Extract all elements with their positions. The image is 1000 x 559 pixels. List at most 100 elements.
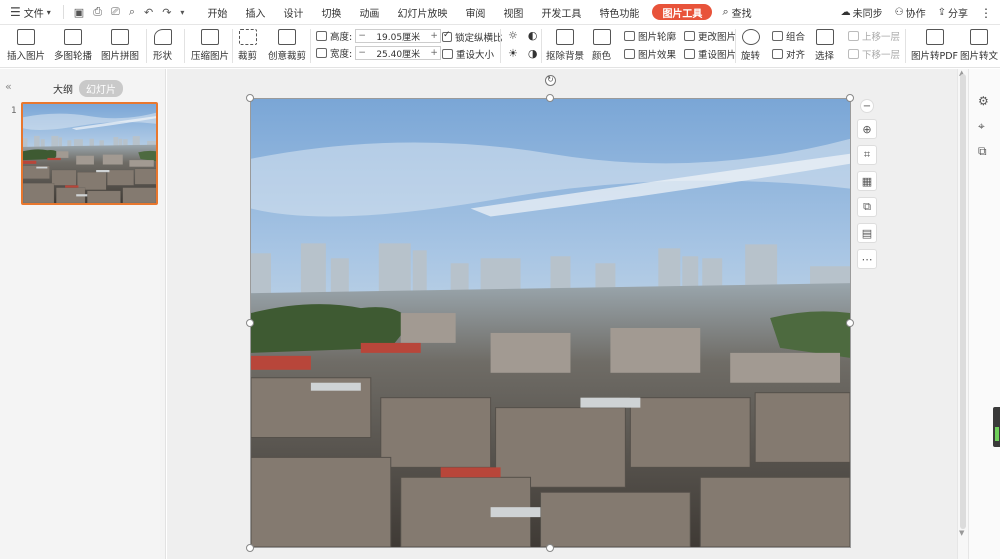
print-icon[interactable]: ⎚ bbox=[111, 5, 120, 19]
multi-outline-button[interactable]: 多图轮播 bbox=[54, 25, 92, 62]
resize-handle-left[interactable] bbox=[246, 319, 254, 327]
tab-review[interactable]: 审阅 bbox=[456, 0, 494, 25]
brightness-down-icon[interactable]: ☀ bbox=[508, 47, 518, 60]
ribbon: 插入图片 多图轮播 图片拼图 形状 压缩图片 裁剪 创意裁剪 高度: − 19.… bbox=[0, 25, 1000, 68]
reset-size-icon bbox=[442, 49, 453, 59]
creative-crop-button[interactable]: 创意裁剪 bbox=[268, 25, 306, 62]
tab-insert[interactable]: 插入 bbox=[236, 0, 274, 25]
picture-to-pdf-button[interactable]: 图片转PDF bbox=[911, 25, 958, 62]
magic-wand-icon bbox=[556, 29, 574, 45]
height-value[interactable]: 19.05厘米 bbox=[368, 30, 428, 43]
copy-format-icon[interactable]: ⧉ bbox=[978, 144, 987, 159]
outline-icon bbox=[624, 31, 635, 41]
tab-picture-tools[interactable]: 图片工具 bbox=[652, 4, 713, 20]
contrast-down-icon[interactable]: ◑ bbox=[528, 47, 538, 60]
bring-forward-button[interactable]: 上移一层 bbox=[848, 29, 900, 43]
tab-slides[interactable]: 幻灯片 bbox=[79, 80, 123, 97]
resize-handle-bottom-left[interactable] bbox=[246, 544, 254, 552]
user-icon: ⚇ bbox=[894, 7, 904, 18]
pin-icon[interactable]: ⌖ bbox=[978, 119, 985, 134]
picture-effect-button[interactable]: 图片效果 bbox=[624, 47, 676, 61]
resize-handle-top-right[interactable] bbox=[846, 94, 854, 102]
picture-edit-tool-button[interactable]: ▤ bbox=[857, 223, 877, 243]
more-menu-icon[interactable]: ⋮ bbox=[980, 6, 992, 20]
adjust-row-top: ☼ ◐ bbox=[508, 29, 537, 42]
vertical-scrollbar[interactable]: ▲ ▼ bbox=[957, 69, 968, 559]
picture-collage-button[interactable]: 图片拼图 bbox=[101, 25, 139, 62]
width-value[interactable]: 25.40厘米 bbox=[368, 47, 428, 60]
tab-developer[interactable]: 开发工具 bbox=[532, 0, 590, 25]
divider bbox=[310, 29, 311, 63]
change-picture-tool-button[interactable]: ⧉ bbox=[857, 197, 877, 217]
shape-button[interactable]: 形状 bbox=[153, 25, 172, 62]
width-stepper[interactable]: − 25.40厘米 + bbox=[355, 46, 442, 60]
contrast-up-icon[interactable]: ◐ bbox=[528, 29, 538, 42]
remove-background-tool-button[interactable]: ▦ bbox=[857, 171, 877, 191]
resize-handle-bottom[interactable] bbox=[546, 544, 554, 552]
properties-icon[interactable]: ⚙ bbox=[978, 94, 989, 108]
selected-picture[interactable] bbox=[250, 98, 851, 548]
tab-outline[interactable]: 大纲 bbox=[53, 81, 73, 96]
increase-height-button[interactable]: + bbox=[428, 31, 440, 41]
picture-to-text-button[interactable]: 图片转文 bbox=[960, 25, 998, 62]
resize-handle-top[interactable] bbox=[546, 94, 554, 102]
change-picture-button[interactable]: 更改图片 bbox=[684, 29, 736, 43]
save-icon[interactable]: ▣ bbox=[74, 6, 84, 19]
tab-animation[interactable]: 动画 bbox=[350, 0, 388, 25]
rotate-handle[interactable]: ↻ bbox=[545, 75, 556, 86]
select-button[interactable]: 选择 bbox=[815, 25, 834, 62]
send-backward-button[interactable]: 下移一层 bbox=[848, 47, 900, 61]
rotate-button[interactable]: 旋转 bbox=[741, 25, 760, 62]
collapse-panel-icon[interactable]: « bbox=[5, 80, 12, 93]
redo-icon[interactable]: ↷ bbox=[162, 6, 171, 19]
collapse-toolbar-button[interactable]: − bbox=[860, 99, 874, 113]
resize-handle-right[interactable] bbox=[846, 319, 854, 327]
file-menu[interactable]: ☰ 文件 ▾ bbox=[0, 0, 59, 25]
lock-ratio-checkbox[interactable]: 锁定纵横比 bbox=[442, 30, 503, 44]
brightness-up-icon[interactable]: ☼ bbox=[508, 29, 518, 42]
picture-outline-button[interactable]: 图片轮廓 bbox=[624, 29, 676, 43]
scrollbar-thumb[interactable] bbox=[960, 74, 966, 529]
picture-edit-icon: ▤ bbox=[861, 226, 873, 240]
reset-size-button[interactable]: 重设大小 bbox=[442, 47, 494, 61]
share-button[interactable]: ⇪ 分享 bbox=[938, 5, 968, 20]
undo-icon[interactable]: ↶ bbox=[144, 6, 153, 19]
decrease-height-button[interactable]: − bbox=[356, 31, 368, 41]
zoom-button[interactable]: ⊕ bbox=[857, 119, 877, 139]
more-tools-button[interactable]: ⋯ bbox=[857, 249, 877, 269]
height-stepper[interactable]: − 19.05厘米 + bbox=[355, 29, 442, 43]
tab-home[interactable]: 开始 bbox=[198, 0, 236, 25]
picture-to-text-label: 图片转文 bbox=[960, 51, 999, 62]
tab-design[interactable]: 设计 bbox=[274, 0, 312, 25]
insert-picture-button[interactable]: 插入图片 bbox=[7, 25, 45, 62]
remove-background-button[interactable]: 抠除背景 bbox=[546, 25, 584, 62]
export-icon[interactable]: ⎙ bbox=[93, 5, 102, 19]
more-quick-icon[interactable]: ▾ bbox=[180, 8, 184, 17]
reset-picture-button[interactable]: 重设图片 bbox=[684, 47, 736, 61]
group-button[interactable]: 组合 bbox=[772, 29, 805, 43]
crop-tool-button[interactable]: ⌗ bbox=[857, 145, 877, 165]
tab-slideshow[interactable]: 幻灯片放映 bbox=[388, 0, 456, 25]
crop-button[interactable]: 裁剪 bbox=[238, 25, 257, 62]
tab-transition[interactable]: 切换 bbox=[312, 0, 350, 25]
sync-button[interactable]: ☁ 未同步 bbox=[841, 5, 883, 20]
align-label: 对齐 bbox=[786, 50, 806, 61]
compress-button[interactable]: 压缩图片 bbox=[191, 25, 229, 62]
tab-special[interactable]: 特色功能 bbox=[590, 0, 648, 25]
decrease-width-button[interactable]: − bbox=[356, 48, 368, 58]
color-button[interactable]: 颜色 bbox=[592, 25, 611, 62]
remove-background-label: 抠除背景 bbox=[546, 51, 585, 62]
select-label: 选择 bbox=[815, 51, 835, 62]
side-widget-tab[interactable] bbox=[993, 407, 1000, 447]
scroll-down-icon[interactable]: ▼ bbox=[959, 529, 964, 537]
preview-icon[interactable]: ⌕ bbox=[129, 5, 135, 19]
picture-effect-label: 图片效果 bbox=[638, 50, 677, 61]
increase-width-button[interactable]: + bbox=[428, 48, 440, 58]
collaborate-button[interactable]: ⚇ 协作 bbox=[895, 5, 926, 20]
resize-handle-top-left[interactable] bbox=[246, 94, 254, 102]
slide-thumbnail[interactable] bbox=[21, 102, 158, 205]
search-button[interactable]: ⌕ 查找 bbox=[722, 5, 751, 20]
align-button[interactable]: 对齐 bbox=[772, 47, 805, 61]
tab-view[interactable]: 视图 bbox=[494, 0, 532, 25]
reset-size-label: 重设大小 bbox=[456, 50, 495, 61]
